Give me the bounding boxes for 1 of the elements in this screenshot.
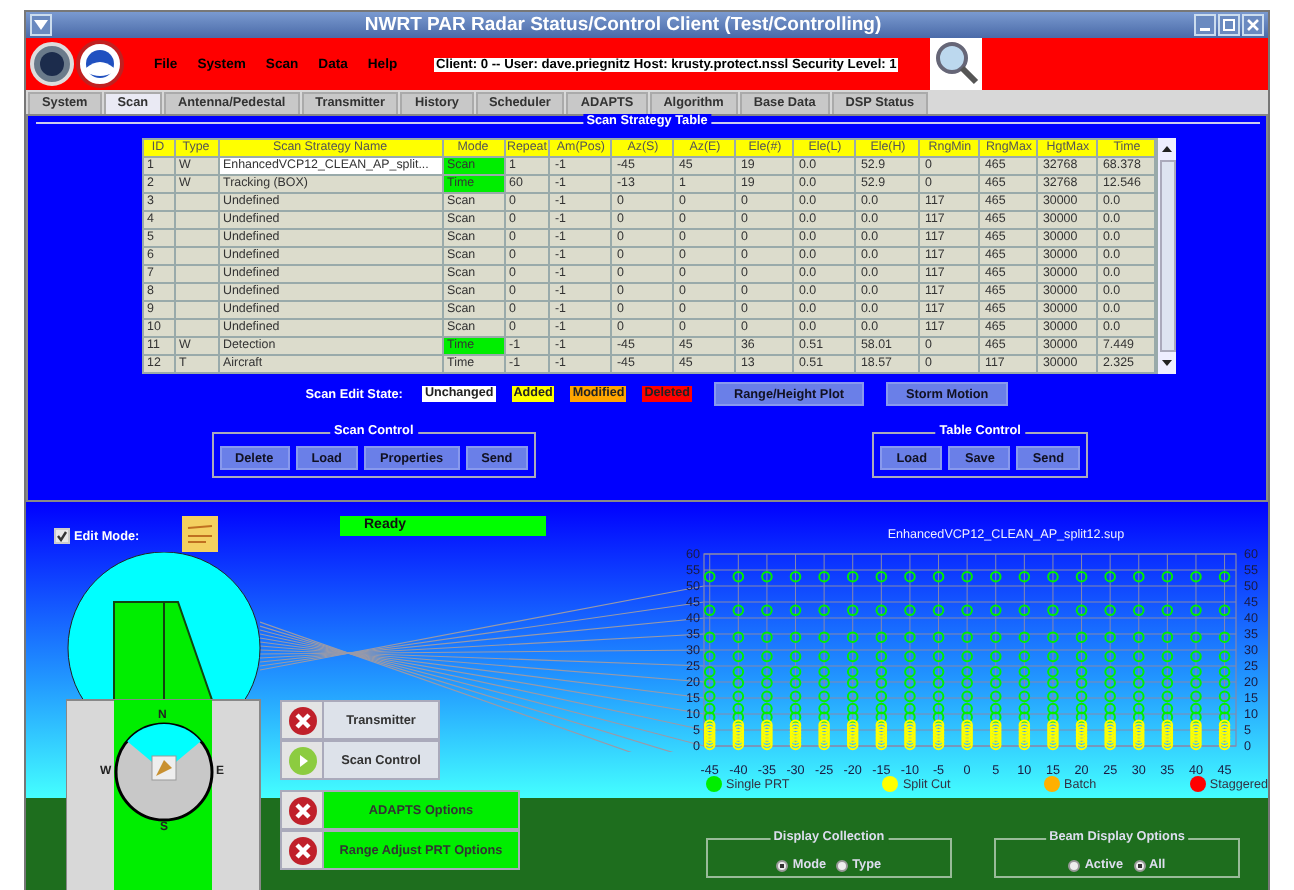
window-title: NWRT PAR Radar Status/Control Client (Test/Controlling) [362,14,884,36]
